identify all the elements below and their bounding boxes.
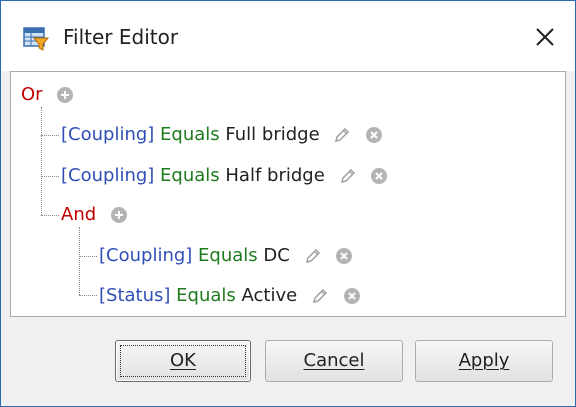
tree-connector [41,215,59,216]
edit-pencil-icon[interactable] [339,167,357,185]
cancel-button[interactable]: Cancel [265,340,403,382]
filter-editor-dialog: Filter Editor Or [Coupling] Equals Full … [0,0,576,407]
tree-node-condition: [Coupling] Equals DC [99,244,353,268]
apply-button[interactable]: Apply [415,340,553,382]
add-icon[interactable] [56,86,74,104]
condition-value[interactable]: Full bridge [225,124,319,145]
ok-button[interactable]: OK [115,340,251,382]
condition-value[interactable]: Active [242,285,298,306]
remove-icon[interactable] [370,167,388,185]
close-icon[interactable] [531,23,559,51]
condition-value[interactable]: Half bridge [225,165,324,186]
tree-node-condition: [Coupling] Equals Half bridge [61,164,388,188]
filter-table-icon [23,27,49,51]
tree-connector [79,295,97,296]
filter-tree: Or [Coupling] Equals Full bridge [Coupli… [10,71,566,317]
condition-field[interactable]: [Coupling] [61,124,154,145]
remove-icon[interactable] [343,287,361,305]
tree-node-condition: [Coupling] Equals Full bridge [61,123,383,147]
condition-operator[interactable]: Equals [160,124,220,145]
condition-field[interactable]: [Coupling] [99,245,192,266]
condition-field[interactable]: [Status] [99,285,170,306]
remove-icon[interactable] [365,126,383,144]
tree-node-condition: [Status] Equals Active [99,284,361,308]
tree-connector [41,135,59,136]
group-operator[interactable]: Or [21,84,43,105]
apply-button-label: Apply [458,350,510,371]
tree-connector [79,256,97,257]
add-icon[interactable] [110,206,128,224]
tree-node-or: Or [21,83,74,107]
title-bar: Filter Editor [1,1,575,71]
tree-connector [41,107,42,215]
edit-pencil-icon[interactable] [333,126,351,144]
condition-operator[interactable]: Equals [176,285,236,306]
cancel-button-label: Cancel [303,350,365,371]
condition-field[interactable]: [Coupling] [61,165,154,186]
edit-pencil-icon[interactable] [304,247,322,265]
condition-operator[interactable]: Equals [160,165,220,186]
tree-node-and: And [61,203,128,227]
condition-operator[interactable]: Equals [198,245,258,266]
window-title: Filter Editor [63,25,179,49]
condition-value[interactable]: DC [263,245,289,266]
tree-connector [79,227,80,295]
group-operator[interactable]: And [61,204,96,225]
edit-pencil-icon[interactable] [311,287,329,305]
remove-icon[interactable] [335,247,353,265]
tree-connector [41,176,59,177]
ok-button-label: OK [170,350,196,371]
